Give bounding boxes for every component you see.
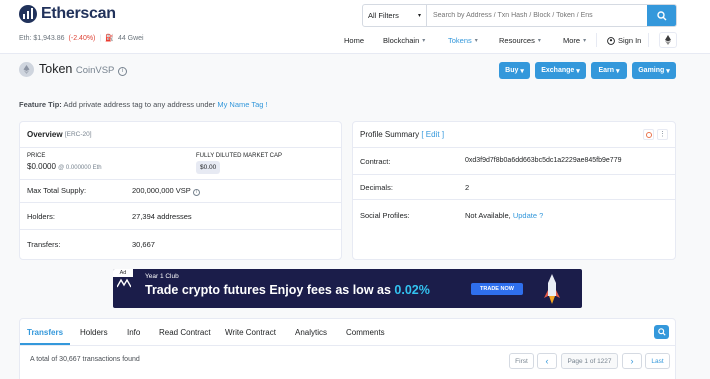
- logo-mark-icon: [19, 5, 37, 23]
- ad-banner[interactable]: Ad Year 1 Club Trade crypto futures Enjo…: [113, 269, 582, 308]
- tab-comments[interactable]: Comments: [346, 328, 385, 337]
- chevron-down-icon: ▾: [417, 13, 421, 19]
- market-cap-value[interactable]: $0.00: [196, 161, 221, 174]
- eth-price-bar: Eth: $1,943.86 (-2.40%) | ⛽ 44 Gwei: [19, 34, 144, 43]
- page-title: Token CoinVSP i: [39, 62, 127, 76]
- eth-price[interactable]: Eth: $1,943.86: [19, 35, 65, 42]
- info-icon[interactable]: i: [192, 189, 200, 196]
- trade-now-button[interactable]: TRADE NOW: [471, 283, 523, 295]
- user-icon: [607, 36, 615, 45]
- token-name: CoinVSP: [75, 65, 115, 76]
- price-label: PRICE: [27, 153, 46, 159]
- site-header: Etherscan Eth: $1,943.86 (-2.40%) | ⛽ 44…: [0, 0, 710, 54]
- tab-write-contract[interactable]: Write Contract: [225, 328, 276, 337]
- buy-button[interactable]: Buy ▾: [499, 62, 530, 79]
- decimals-value: 2: [465, 183, 470, 192]
- logo-text: Etherscan: [41, 5, 116, 22]
- profile-summary-card: Profile Summary [ Edit ] ⋮ Contract: 0xd…: [352, 121, 676, 260]
- nav-more[interactable]: More ▾: [563, 36, 586, 45]
- search-button[interactable]: [647, 5, 676, 26]
- ad-brand: Year 1 Club: [145, 273, 179, 280]
- prev-page-button[interactable]: ‹: [537, 353, 557, 369]
- ad-headline: Trade crypto futures Enjoy fees as low a…: [145, 283, 430, 297]
- chevron-down-icon: ▾: [537, 38, 541, 44]
- holders-label: Holders:: [27, 212, 55, 221]
- info-icon[interactable]: i: [117, 67, 127, 76]
- etherscan-logo[interactable]: Etherscan: [19, 5, 116, 23]
- more-options-button[interactable]: ⋮: [657, 129, 668, 140]
- max-supply-value: 200,000,000 VSP i: [132, 186, 200, 196]
- social-profiles-value: Not Available, Update ?: [465, 211, 544, 220]
- eth-change: (-2.40%): [68, 34, 96, 42]
- earn-button[interactable]: Earn ▾: [591, 62, 627, 79]
- contract-address-link[interactable]: 0xd3f9d7f8b0a6dd663bc5dc1a2229ae845fb9e7…: [465, 157, 622, 164]
- nav-tokens[interactable]: Tokens ▾: [448, 36, 478, 45]
- circle-icon: [645, 131, 652, 138]
- first-page-button[interactable]: First: [509, 353, 534, 369]
- transfers-label: Transfers:: [27, 240, 61, 249]
- feature-tip: Feature Tip: Add private address tag to …: [19, 100, 268, 109]
- profile-header: Profile Summary [ Edit ]: [353, 122, 675, 148]
- gas-price[interactable]: 44 Gwei: [118, 35, 144, 42]
- next-page-button[interactable]: ›: [622, 353, 642, 369]
- chevron-down-icon: ▾: [474, 38, 478, 44]
- market-cap-label: FULLY DILUTED MARKET CAP: [196, 153, 283, 159]
- edit-link[interactable]: [ Edit ]: [421, 130, 444, 139]
- nav-resources[interactable]: Resources ▾: [499, 36, 541, 45]
- max-supply-label: Max Total Supply:: [27, 186, 87, 195]
- contract-label: Contract:: [360, 157, 391, 166]
- transfers-value: 30,667: [132, 240, 155, 249]
- tab-analytics[interactable]: Analytics: [295, 328, 327, 337]
- token-logo-icon: [19, 62, 34, 77]
- decimals-label: Decimals:: [360, 183, 393, 192]
- overview-header: Overview [ERC-20]: [20, 122, 341, 148]
- tab-transfers[interactable]: Transfers: [27, 328, 63, 337]
- price-value: $0.0000 @ 0.000000 Eth: [27, 162, 102, 171]
- nav-home[interactable]: Home: [344, 36, 364, 45]
- brand-mark-icon: [116, 278, 132, 288]
- search-input[interactable]: [427, 5, 647, 26]
- last-page-button[interactable]: Last: [645, 353, 670, 369]
- tab-info[interactable]: Info: [127, 328, 140, 337]
- gas-icon: ⛽: [105, 35, 114, 42]
- chevron-down-icon: ▾: [583, 38, 587, 44]
- chevron-down-icon: ▾: [422, 38, 426, 44]
- update-link[interactable]: Update: [513, 211, 537, 220]
- search-bar: All Filters ▾: [362, 4, 677, 27]
- rocket-icon: [539, 272, 565, 306]
- search-icon: [657, 328, 666, 336]
- tab-holders[interactable]: Holders: [80, 328, 108, 337]
- gaming-button[interactable]: Gaming ▾: [632, 62, 676, 79]
- token-tabs-card: Transfers Holders Info Read Contract Wri…: [19, 318, 676, 379]
- tab-search-button[interactable]: [654, 325, 669, 339]
- social-profiles-label: Social Profiles:: [360, 211, 410, 220]
- overview-card: Overview [ERC-20] PRICE $0.0000 @ 0.0000…: [19, 121, 342, 260]
- my-name-tag-link[interactable]: My Name Tag !: [217, 100, 267, 109]
- ad-badge: Ad: [113, 269, 133, 277]
- exchange-button[interactable]: Exchange ▾: [535, 62, 586, 79]
- holders-value: 27,394 addresses: [132, 212, 192, 221]
- dropdown-button[interactable]: [643, 129, 654, 140]
- ethereum-network-icon[interactable]: [659, 32, 677, 48]
- search-filter-select[interactable]: All Filters ▾: [363, 5, 427, 26]
- nav-signin[interactable]: Sign In: [607, 36, 641, 45]
- transactions-summary: A total of 30,667 transactions found: [30, 356, 140, 363]
- search-icon: [656, 10, 666, 20]
- page-indicator: Page 1 of 1227: [561, 353, 618, 369]
- nav-blockchain[interactable]: Blockchain ▾: [383, 36, 425, 45]
- tab-read-contract[interactable]: Read Contract: [159, 328, 211, 337]
